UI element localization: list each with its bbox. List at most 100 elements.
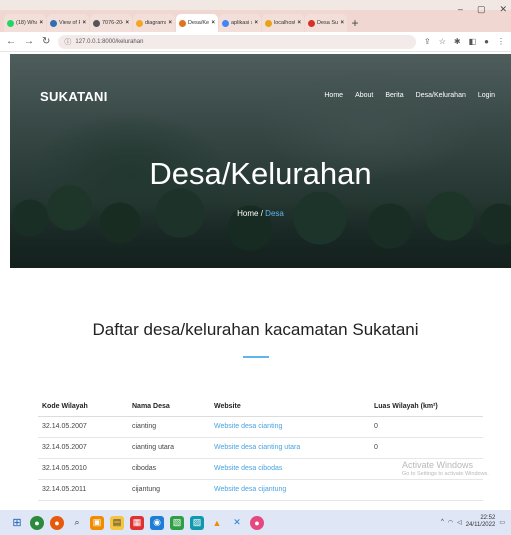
maximize-button[interactable]: ▢ <box>477 4 486 15</box>
app-icon-blue[interactable]: ◉ <box>150 515 164 530</box>
share-icon[interactable]: ⇪ <box>424 37 431 46</box>
vscode-icon[interactable]: ✕ <box>230 516 244 530</box>
browser-tab[interactable]: aplikasi sis× <box>219 14 261 32</box>
website-link[interactable]: Website desa cibodas <box>214 465 282 472</box>
tab-favicon-icon <box>222 19 229 27</box>
watermark-title: Activate Windows <box>402 460 474 470</box>
cell-nama: cibodas <box>128 458 210 480</box>
tab-label: View of Pe <box>59 20 81 26</box>
app-icon-multicolor[interactable]: ▲ <box>210 516 224 530</box>
cell-nama: cijantung <box>128 479 210 501</box>
activate-windows-watermark: Activate Windows Go to Settings to activ… <box>402 460 489 477</box>
back-icon[interactable]: ← <box>6 36 16 47</box>
website-link[interactable]: Website desa cijantung <box>214 486 286 493</box>
browser-tab[interactable]: (18) Whats× <box>4 14 46 32</box>
tab-favicon-icon <box>265 19 272 27</box>
cell-kode: 32.14.05.2007 <box>38 416 128 438</box>
tab-label: aplikasi sis <box>231 20 252 26</box>
menu-icon[interactable]: ⋮ <box>497 37 505 46</box>
tab-close-icon[interactable]: × <box>82 20 86 26</box>
windows-start-icon[interactable]: ⊞ <box>10 516 24 530</box>
clock-date: 24/11/2022 <box>465 522 496 528</box>
column-header-luas: Luas Wilayah (km²) <box>370 398 483 417</box>
nav-item-home[interactable]: Home <box>324 92 343 99</box>
reload-icon[interactable]: ↻ <box>42 36 50 47</box>
forward-icon[interactable]: → <box>24 36 34 47</box>
website-link[interactable]: Website desa cianting <box>214 423 282 430</box>
new-tab-button[interactable]: + <box>348 14 362 32</box>
tab-label: diagrams <box>145 20 167 26</box>
wifi-icon[interactable]: ◠ <box>448 519 453 526</box>
nav-item-berita[interactable]: Berita <box>385 92 403 99</box>
browser-tab[interactable]: localhost × <box>262 14 304 32</box>
app-icon-pink[interactable]: ● <box>250 515 264 530</box>
nav-item-about[interactable]: About <box>355 92 373 99</box>
nav-item-desa-kelurahan[interactable]: Desa/Kelurahan <box>416 92 466 99</box>
chrome-icon[interactable]: ● <box>30 515 44 530</box>
hero-title: Desa/Kelurahan <box>149 156 372 191</box>
column-header-kode: Kode Wilayah <box>38 398 128 417</box>
breadcrumb-home[interactable]: Home <box>237 209 258 218</box>
tab-close-icon[interactable]: × <box>254 20 258 26</box>
extensions-icon[interactable]: ✱ <box>454 37 461 46</box>
browser-tab[interactable]: Desa Suka× <box>305 14 347 32</box>
notification-icon[interactable]: ▭ <box>499 519 505 526</box>
cell-kode: 32.14.05.2011 <box>38 479 128 501</box>
watermark-subtitle: Go to Settings to activate Windows. <box>402 471 489 477</box>
app-icon-teal[interactable]: ▨ <box>190 515 204 530</box>
top-strip <box>0 0 511 10</box>
title-underline <box>243 356 269 358</box>
cell-luas: 0 <box>370 437 483 459</box>
tray-chevron-icon[interactable]: ^ <box>441 519 444 525</box>
tab-close-icon[interactable]: × <box>297 20 301 26</box>
tab-close-icon[interactable]: × <box>168 20 172 26</box>
star-icon[interactable]: ☆ <box>439 37 446 46</box>
table-row: 32.14.05.2007 cianting utara Website desa … <box>38 437 483 459</box>
browser-tab[interactable]: View of Pe× <box>47 14 89 32</box>
tab-favicon-icon <box>50 19 57 27</box>
website-link[interactable]: Website desa cianting utara <box>214 444 300 451</box>
info-icon[interactable]: ⓘ <box>64 37 71 47</box>
section-title: Daftar desa/kelurahan kacamatan Sukatani <box>92 320 419 339</box>
taskbar-clock[interactable]: 22:52 24/11/2022 <box>466 515 496 529</box>
tab-label: Desa/Kelu <box>188 20 210 26</box>
search-icon[interactable]: ⌕ <box>70 516 84 530</box>
cell-kode: 32.14.05.2010 <box>38 458 128 480</box>
profile-icon[interactable]: ● <box>484 37 489 46</box>
app-icon-green[interactable]: ▧ <box>170 515 184 530</box>
url-input[interactable]: ⓘ 127.0.0.1:8000/kelurahan <box>58 34 417 49</box>
browser-tab[interactable]: Desa/Kelu× <box>176 14 218 32</box>
close-button[interactable]: ✕ <box>499 4 507 15</box>
tab-close-icon[interactable]: × <box>211 20 215 26</box>
table-row: 32.14.05.2007 cianting Website desa cianti… <box>38 416 483 438</box>
app-icon-red[interactable]: ▦ <box>130 515 144 530</box>
browser-icon[interactable]: ● <box>50 515 64 530</box>
cell-kode: 32.14.05.2007 <box>38 437 128 459</box>
window-controls: – ▢ ✕ <box>458 4 507 15</box>
tab-close-icon[interactable]: × <box>340 20 344 26</box>
clock-time: 22:52 <box>480 515 496 521</box>
tab-close-icon[interactable]: × <box>125 20 129 26</box>
minimize-button[interactable]: – <box>458 4 463 15</box>
column-header-website: Website <box>210 398 370 417</box>
tab-favicon-icon <box>136 19 143 27</box>
sidebar-icon[interactable]: ◧ <box>469 37 477 46</box>
tab-label: (18) Whats <box>16 20 37 26</box>
volume-icon[interactable]: ◁ <box>457 519 462 526</box>
system-tray: ^ ◠ ◁ 22:52 24/11/2022 ▭ <box>441 515 505 529</box>
explorer-icon[interactable]: ▤ <box>110 515 124 530</box>
cell-website: Website desa cianting <box>210 416 370 438</box>
desa-table: Kode Wilayah Nama Desa Website Luas Wila… <box>38 398 483 501</box>
table-row: 32.14.05.2011 cijantung Website desa cijan… <box>38 479 483 501</box>
browser-tab[interactable]: diagrams × <box>133 14 175 32</box>
hero-banner: SUKATANI Home About Berita Desa/Kelurahan Lo… <box>10 54 511 268</box>
nav-item-login[interactable]: Login <box>478 92 495 99</box>
tab-close-icon[interactable]: × <box>39 20 43 26</box>
app-icon-orange[interactable]: ▣ <box>90 515 104 530</box>
browser-tab[interactable]: 7076-2041× <box>90 14 132 32</box>
tab-favicon-icon <box>93 19 100 27</box>
cell-luas: 0 <box>370 416 483 438</box>
address-bar-row: ← → ↻ ⓘ 127.0.0.1:8000/kelurahan ⇪ ☆ ✱ ◧… <box>0 32 511 52</box>
breadcrumb-current: Desa <box>265 209 284 218</box>
site-brand[interactable]: SUKATANI <box>40 89 108 104</box>
